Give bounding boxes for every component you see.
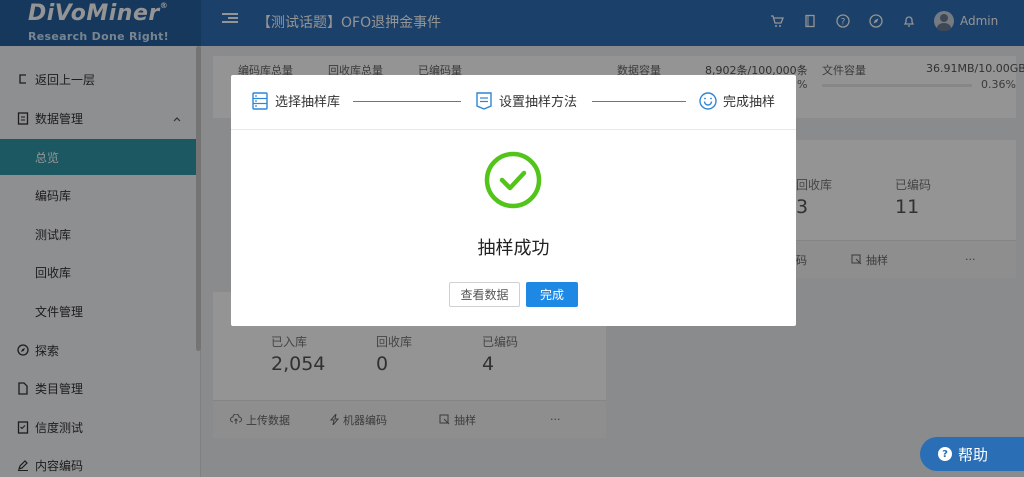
help-label: 帮助 — [958, 445, 989, 464]
server-icon — [251, 91, 269, 110]
step-label: 设置抽样方法 — [499, 95, 578, 110]
step-select-library: 选择抽样库 — [251, 91, 340, 110]
success-message: 抽样成功 — [477, 238, 550, 259]
step-connector — [592, 101, 686, 102]
form-icon — [475, 91, 493, 110]
step-label: 完成抽样 — [723, 95, 776, 110]
step-connector — [353, 101, 461, 102]
sampling-modal: 选择抽样库 设置抽样方法 完成抽样 抽样成功 查看数据 完成 — [231, 75, 796, 326]
step-set-method: 设置抽样方法 — [475, 91, 577, 110]
smile-icon — [699, 91, 717, 110]
help-button[interactable]: ? 帮助 — [920, 437, 1024, 471]
success-check-icon — [484, 151, 542, 209]
question-icon: ? — [938, 447, 952, 461]
done-button[interactable]: 完成 — [526, 282, 578, 307]
view-data-button[interactable]: 查看数据 — [449, 282, 520, 307]
step-label: 选择抽样库 — [275, 95, 341, 110]
step-complete: 完成抽样 — [699, 91, 775, 110]
sampling-steps: 选择抽样库 设置抽样方法 完成抽样 — [231, 75, 796, 130]
